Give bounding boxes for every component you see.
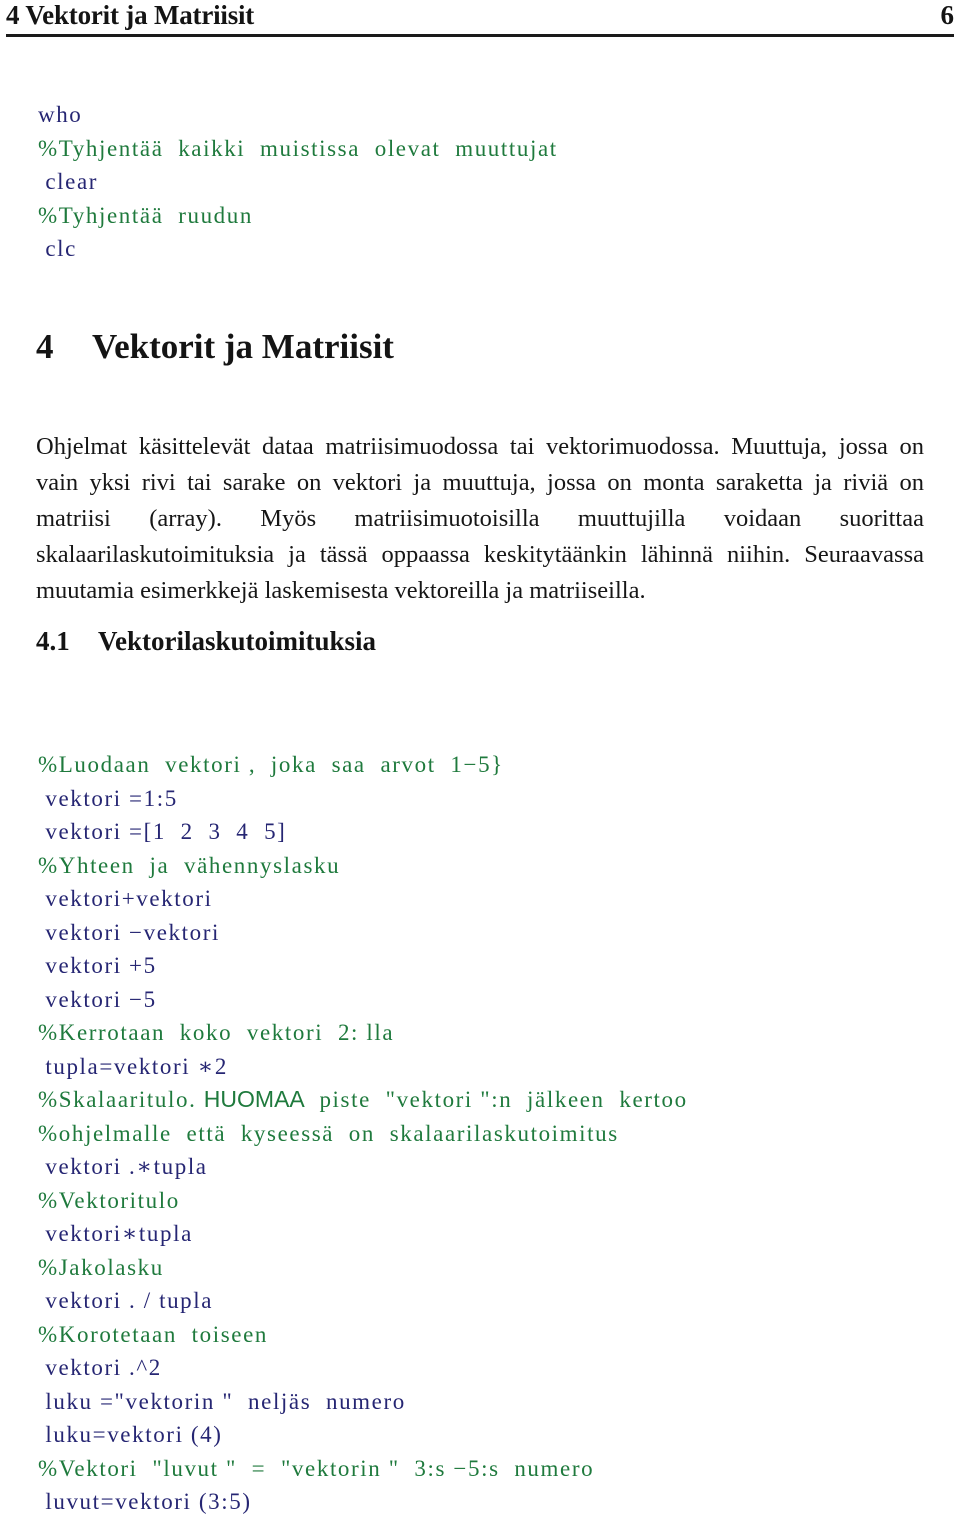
section-number: 4: [36, 327, 54, 366]
code-line: vektori +5: [38, 953, 157, 978]
code-line: tupla=vektori ∗2: [38, 1053, 228, 1079]
code-line: %Skalaaritulo. HUOMAA piste "vektori ":n…: [38, 1086, 688, 1112]
section-paragraph: Ohjelmat käsittelevät dataa matriisimuod…: [36, 432, 924, 604]
code-line: clear: [38, 169, 99, 194]
code-line: %Kerrotaan koko vektori 2: lla: [38, 1020, 395, 1045]
code-line: %Luodaan vektori , joka saa arvot 1−5}: [38, 752, 504, 777]
code-line: luku=vektori (4): [38, 1422, 223, 1447]
document-page: 4 Vektorit ja Matriisit 6 who %Tyhjentää …: [0, 0, 960, 1519]
code-line: vektori∗tupla: [38, 1221, 193, 1246]
code-line: vektori −vektori: [38, 919, 220, 945]
code-line: %ohjelmalle että kyseessä on skalaarilas…: [38, 1120, 619, 1146]
code-line: %Korotetaan toiseen: [38, 1321, 268, 1347]
code-line: %Yhteen ja vähennyslasku: [38, 852, 341, 878]
code-line: vektori+vektori: [38, 886, 213, 911]
code-line: %Jakolasku: [38, 1254, 164, 1280]
header-rule: [6, 34, 954, 37]
code-line: luvut=vektori (3:5): [38, 1489, 252, 1514]
code-listing-top: who %Tyhjentää kaikki muistissa olevat mu…: [38, 98, 558, 266]
code-emphasis: HUOMAA: [203, 1086, 305, 1112]
code-line: %Vektori "luvut " = "vektorin " 3:s −5:s…: [38, 1455, 595, 1481]
subsection-heading: 4.1 Vektorilaskutoimituksia: [36, 626, 376, 657]
code-line: vektori . / tupla: [38, 1288, 214, 1313]
code-line: who: [38, 102, 83, 127]
code-line: luku ="vektorin " neljäs numero: [38, 1388, 406, 1414]
page-number: 6: [940, 0, 955, 30]
section-heading: 4 Vektorit ja Matriisit: [36, 327, 394, 367]
code-line: vektori =[1 2 3 4 5]: [38, 819, 287, 844]
code-line: %Tyhjentää kaikki muistissa olevat muutt…: [38, 135, 558, 161]
section-title: Vektorit ja Matriisit: [92, 327, 394, 366]
code-line: vektori −5: [38, 986, 157, 1012]
code-listing-main: %Luodaan vektori , joka saa arvot 1−5} v…: [38, 748, 688, 1519]
header-title: 4 Vektorit ja Matriisit: [6, 0, 255, 30]
subsection-title: Vektorilaskutoimituksia: [98, 626, 377, 656]
subsection-number: 4.1: [36, 626, 70, 656]
code-line: clc: [38, 236, 77, 261]
code-line: %Vektoritulo: [38, 1187, 180, 1213]
code-line: vektori =1:5: [38, 785, 178, 811]
code-line: vektori .^2: [38, 1355, 162, 1380]
code-line: vektori .∗tupla: [38, 1154, 208, 1179]
code-line: %Tyhjentää ruudun: [38, 202, 253, 228]
